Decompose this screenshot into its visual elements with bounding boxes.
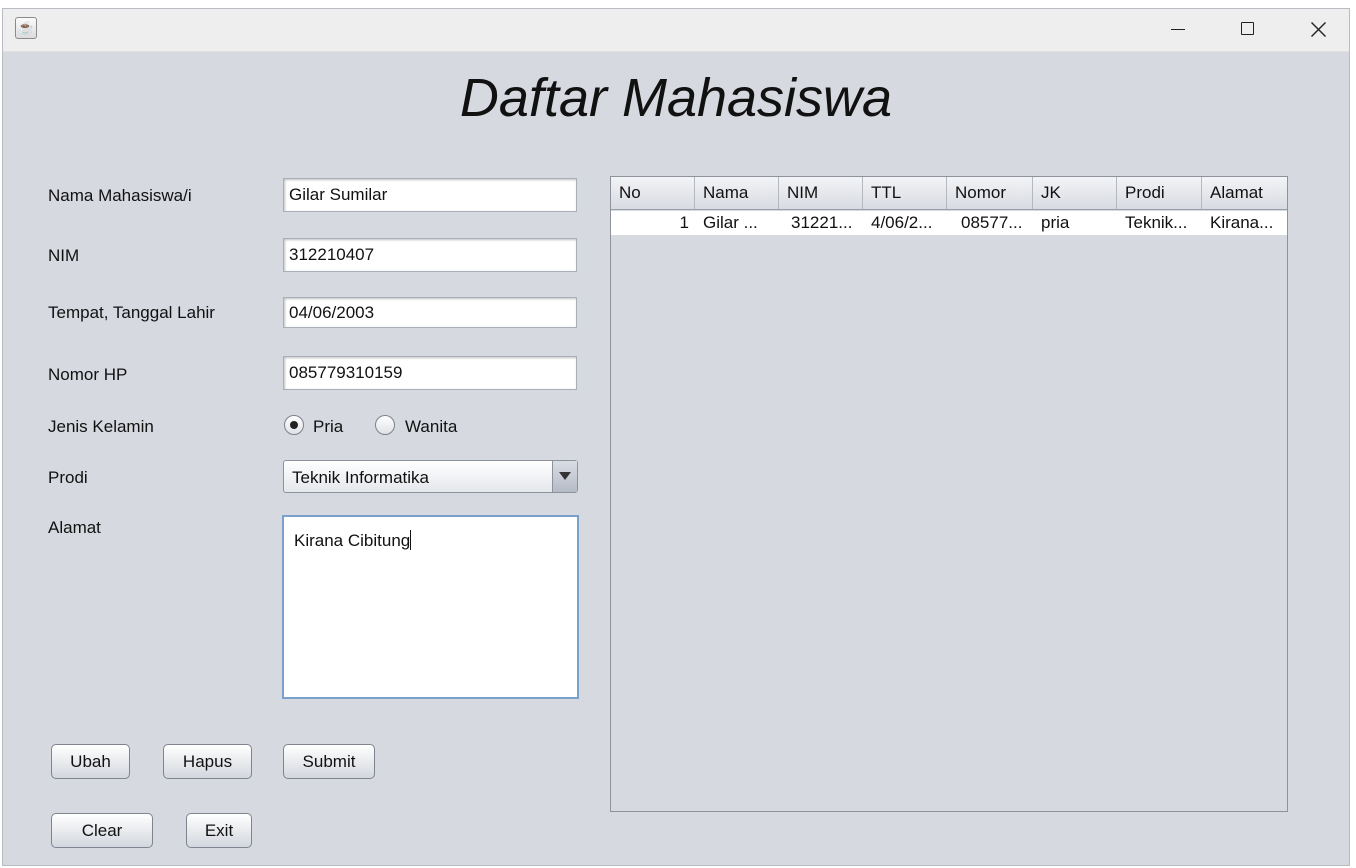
nomor-hp-field[interactable]	[283, 356, 577, 390]
cell-alamat: Kirana...	[1210, 213, 1274, 232]
alamat-text: Kirana Cibitung	[294, 531, 411, 550]
label-prodi: Prodi	[48, 468, 88, 487]
java-app-icon[interactable]: ☕	[15, 17, 37, 39]
minimize-icon	[1171, 29, 1185, 30]
radio-wanita-label[interactable]: Wanita	[405, 417, 457, 437]
cell-nama: Gilar ...	[703, 213, 758, 232]
column-header-nim[interactable]: NIM	[779, 177, 863, 209]
label-nama: Nama Mahasiswa/i	[48, 186, 192, 205]
table-header: No Nama NIM TTL Nomor JK Prodi Alamat	[611, 177, 1287, 210]
label-nomor: Nomor HP	[48, 365, 128, 384]
cell-jk: pria	[1041, 213, 1070, 232]
column-header-nama[interactable]: Nama	[695, 177, 779, 209]
column-header-prodi[interactable]: Prodi	[1117, 177, 1202, 209]
column-header-alamat[interactable]: Alamat	[1202, 177, 1287, 209]
cell-nomor: 08577...	[961, 213, 1023, 232]
title-bar: ☕	[3, 9, 1349, 52]
app-window: ☕ Daftar Mahasiswa Nama Mahasiswa/i NIM …	[2, 8, 1350, 866]
page-title: Daftar Mahasiswa	[459, 68, 893, 128]
close-icon	[1311, 22, 1326, 37]
radio-wanita[interactable]	[375, 415, 395, 435]
close-button[interactable]	[1283, 9, 1353, 51]
label-ttl: Tempat, Tanggal Lahir	[48, 303, 215, 322]
submit-button[interactable]: Submit	[283, 744, 375, 779]
minimize-button[interactable]	[1143, 9, 1213, 51]
column-header-jk[interactable]: JK	[1033, 177, 1117, 209]
text-caret	[410, 530, 412, 550]
cell-no: 1	[679, 213, 689, 232]
column-header-no[interactable]: No	[611, 177, 695, 209]
chevron-down-icon[interactable]	[552, 461, 577, 492]
column-header-ttl[interactable]: TTL	[863, 177, 947, 209]
cell-nim: 31221...	[791, 213, 853, 232]
clear-button[interactable]: Clear	[51, 813, 153, 848]
label-nim: NIM	[48, 246, 80, 265]
hapus-button[interactable]: Hapus	[163, 744, 252, 779]
ttl-field[interactable]	[283, 297, 577, 328]
label-jenis-kelamin: Jenis Kelamin	[48, 417, 154, 436]
cell-ttl: 4/06/2...	[871, 213, 933, 232]
table-row[interactable]: 1 Gilar ... 31221... 4/06/2... 08577... …	[611, 211, 1287, 235]
prodi-selected-value: Teknik Informatika	[292, 468, 429, 487]
ubah-button[interactable]: Ubah	[51, 744, 130, 779]
prodi-select[interactable]: Teknik Informatika	[283, 460, 578, 493]
maximize-icon	[1241, 22, 1254, 35]
radio-pria-label[interactable]: Pria	[313, 417, 343, 437]
maximize-button[interactable]	[1213, 9, 1283, 51]
exit-button[interactable]: Exit	[186, 813, 252, 848]
radio-pria[interactable]	[284, 415, 304, 435]
mahasiswa-table[interactable]: No Nama NIM TTL Nomor JK Prodi Alamat 1 …	[610, 176, 1288, 812]
label-alamat: Alamat	[48, 518, 101, 537]
nim-field[interactable]	[283, 238, 577, 272]
alamat-textarea[interactable]: Kirana Cibitung	[282, 515, 579, 699]
cell-prodi: Teknik...	[1125, 213, 1188, 232]
nama-field[interactable]	[283, 178, 577, 212]
column-header-nomor[interactable]: Nomor	[947, 177, 1033, 209]
